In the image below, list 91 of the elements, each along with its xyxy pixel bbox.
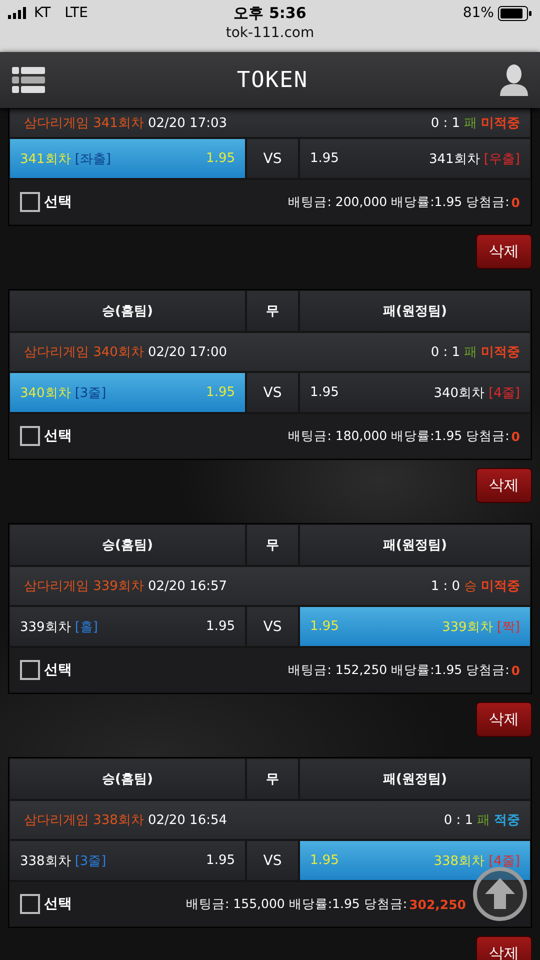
menu-icon[interactable] [12, 67, 45, 93]
team-round: 341회차 [429, 150, 480, 168]
vs-label: VS [247, 607, 298, 646]
delete-button[interactable]: 삭제 [476, 936, 532, 960]
team-round: 340회차 [20, 384, 71, 402]
column-header: 승(홈팀) [10, 759, 245, 799]
vs-label: VS [247, 139, 298, 178]
result-label: 패 [477, 812, 490, 829]
score: 0 : 1 [444, 812, 473, 828]
game-time: 02/20 16:54 [148, 812, 228, 828]
score: 0 : 1 [430, 116, 460, 130]
bet-status: 미적중 [481, 344, 520, 361]
bet-status: 미적중 [481, 115, 520, 132]
select-checkbox[interactable] [20, 894, 40, 914]
bet-status: 적중 [494, 812, 520, 829]
team-tag: [3줄] [74, 852, 106, 870]
team-round: 340회차 [434, 384, 485, 402]
game-time: 02/20 16:57 [148, 578, 228, 594]
checkbox-label: 선택 [44, 895, 72, 913]
column-header: 무 [247, 759, 298, 799]
delete-button[interactable]: 삭제 [476, 468, 532, 503]
column-header: 승(홈팀) [10, 525, 245, 565]
game-name: 삼다리게임 341회차 [24, 115, 144, 132]
vs-label: VS [247, 373, 298, 412]
team-tag: [우출] [484, 150, 520, 168]
odds: 1.95 [310, 385, 339, 400]
team-tag: [좌출] [74, 150, 111, 168]
checkbox-label: 선택 [44, 193, 72, 211]
select-checkbox[interactable] [20, 660, 40, 680]
team-tag: [3줄] [74, 384, 106, 402]
team-round: 339회차 [20, 618, 71, 636]
odds: 1.95 [206, 619, 235, 634]
team-tag: [짝] [496, 618, 520, 636]
game-name: 삼다리게임 339회차 [24, 578, 144, 595]
column-header: 무 [247, 291, 298, 331]
win-amount: 0 [511, 428, 520, 444]
result-label: 승 [464, 578, 477, 595]
result-label: 패 [464, 115, 477, 132]
column-header: 패(원정팀) [300, 759, 530, 799]
checkbox-label: 선택 [44, 427, 72, 445]
odds: 1.95 [206, 151, 235, 166]
delete-button[interactable]: 삭제 [476, 702, 532, 737]
site-logo[interactable]: TOKEN [236, 68, 308, 92]
odds: 1.95 [310, 853, 339, 868]
odds: 1.95 [206, 853, 235, 868]
home-pick[interactable]: 339회차 [홀] 1.95 [10, 607, 245, 646]
carrier: KT [34, 5, 51, 21]
game-name: 삼다리게임 340회차 [24, 344, 144, 361]
game-time: 02/20 17:03 [148, 116, 228, 130]
team-tag: [홀] [74, 618, 98, 636]
away-pick[interactable]: 1.95 340회차 [4줄] [300, 373, 530, 412]
user-icon[interactable] [500, 64, 528, 96]
vs-label: VS [247, 841, 298, 880]
away-pick[interactable]: 1.95 341회차 [우출] [300, 139, 530, 178]
win-amount: 302,250 [409, 896, 466, 912]
bet-info: 배팅금: 152,250 배당률:1.95 당첨금: [288, 662, 510, 678]
result-label: 패 [464, 344, 477, 361]
odds: 1.95 [206, 385, 235, 400]
column-header: 승(홈팀) [10, 291, 245, 331]
select-checkbox[interactable] [20, 426, 40, 446]
score: 0 : 1 [430, 344, 460, 360]
team-round: 338회차 [20, 852, 71, 870]
column-header: 무 [247, 525, 298, 565]
team-round: 338회차 [434, 852, 485, 870]
url-text[interactable]: tok-111.com [226, 25, 314, 41]
column-header: 패(원정팀) [300, 291, 530, 331]
game-time: 02/20 17:00 [148, 344, 228, 360]
delete-button[interactable]: 삭제 [476, 234, 532, 269]
bet-info: 배팅금: 180,000 배당률:1.95 당첨금: [288, 428, 510, 444]
team-tag: [4줄] [488, 384, 520, 402]
game-name: 삼다리게임 338회차 [24, 812, 144, 829]
battery-icon [498, 6, 532, 20]
team-round: 341회차 [20, 150, 71, 168]
odds: 1.95 [310, 151, 339, 166]
battery-percent: 81% [462, 5, 494, 21]
bet-info: 배팅금: 155,000 배당률:1.95 당첨금: [186, 896, 408, 912]
clock: 오후 5:36 [234, 4, 306, 22]
team-tag: [4줄] [488, 852, 520, 870]
win-amount: 0 [511, 194, 520, 210]
network-type: LTE [64, 5, 88, 21]
odds: 1.95 [310, 619, 339, 634]
column-header: 패(원정팀) [300, 525, 530, 565]
bet-info: 배팅금: 200,000 배당률:1.95 당첨금: [288, 194, 510, 210]
home-pick[interactable]: 338회차 [3줄] 1.95 [10, 841, 245, 880]
select-checkbox[interactable] [20, 192, 40, 212]
win-amount: 0 [511, 662, 520, 678]
scroll-top-button[interactable] [472, 866, 528, 922]
score: 1 : 0 [430, 578, 460, 594]
bet-status: 미적중 [481, 578, 520, 595]
checkbox-label: 선택 [44, 661, 72, 679]
team-round: 339회차 [442, 618, 493, 636]
